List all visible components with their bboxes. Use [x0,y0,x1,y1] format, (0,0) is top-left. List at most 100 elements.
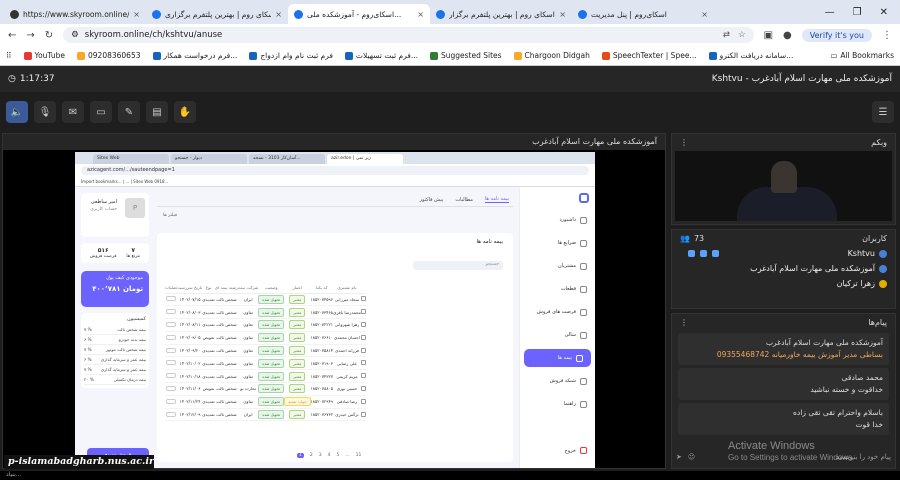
table-row: ۱۴۰۲/۱۰/۰۲ تمدیدی شخص ثالث تعاون تحویل شده مع… [165,356,366,371]
table-header-cell: رشته بیمه ای [214,283,238,294]
cell-checkbox [360,382,366,396]
profile-card: P امیر ساطعی حساب کاربری [81,193,149,237]
translate-icon[interactable]: ⇄ [723,30,730,40]
cell-type: تمدیدی [202,356,215,371]
tab-close-icon[interactable]: × [701,10,708,19]
cell-kind: شخص ثالث [214,369,238,384]
cell-code: ۱۸۵۲۰۷۸۸۰۵ [310,382,334,396]
nav-item-icon [576,354,583,362]
row-actions [165,408,178,422]
user-row[interactable]: آموزشکده ملی مهارت اسلام آبادغرب [672,261,895,276]
bookmark-item[interactable]: Chargoon Didgah [513,51,590,60]
shared-nav-label: شبکه فروش [549,378,576,384]
minimize-icon[interactable]: — [825,7,835,18]
files-icon[interactable]: ▤ [146,101,168,123]
bookmark-item[interactable]: 09208360653 [77,51,141,60]
address-bar: ← → ↻ ⚙ skyroom.online/ch/kshtvu/anuse ⇄… [0,24,900,46]
messages-menu-icon[interactable]: ⋮ [680,318,688,327]
nav-item-icon [580,285,587,293]
window-controls: — ❐ ✕ [825,7,900,18]
menu-dots-icon[interactable]: ⋮ [882,30,892,41]
send-icon[interactable]: ➤ [676,453,682,461]
cell-type: تمدیدی [202,395,215,409]
bookmark-item[interactable]: YouTube [23,51,65,60]
bookmark-favicon-icon [708,51,717,60]
url-field[interactable]: ⚙ skyroom.online/ch/kshtvu/anuse ⇄ ☆ [63,27,754,43]
apps-icon[interactable]: ⠿ [6,51,12,60]
bookmark-item[interactable]: فرم ثبت تسهیلات... [344,51,418,60]
nav-item-icon [580,400,587,408]
hamburger-menu-icon[interactable]: ☰ [872,101,894,123]
cell-checkbox [360,356,366,371]
shared-app: داشبورد صرایع ها مشتریان قطعات فرصت های فروش… [75,187,595,468]
tab-close-icon[interactable]: × [133,10,140,19]
shared-nav-label: فرصت های فروش [536,309,576,315]
bookmark-item[interactable]: فرم درخواست همکار... [152,51,237,60]
cell-co: تعاون [237,331,259,345]
brush-icon[interactable]: ✎ [118,101,140,123]
camera-off-icon[interactable]: ✉ [62,101,84,123]
screen-icon[interactable] [712,250,719,257]
cell-kind: شخص ثالث [214,382,238,396]
bookmark-item[interactable]: سامانه دریافت الکترو... [708,51,793,60]
webcam-menu-icon[interactable]: ⋮ [680,138,688,147]
main-share-panel: آموزشکده ملی مهارت اسلام آبادغرب Sitex W… [2,133,666,469]
cell-status: تحویل شده [258,356,285,371]
browser-tab[interactable]: اسکای‌روم | پنل مدیریت × [572,4,714,24]
tab-close-icon[interactable]: × [417,10,424,19]
hand-icon[interactable]: ✋ [174,101,196,123]
user-row[interactable]: Kshtvu [672,246,895,261]
mic-off-icon[interactable]: 🎙 [34,101,56,123]
forward-icon[interactable]: → [26,30,34,41]
cell-date: ۱۴۰۲/۱۱/۰۶ [177,382,203,396]
cell-code: ۱۸۵۲۰۷۳۴۶۸ [310,305,334,320]
browser-tab[interactable]: https://www.skyroom.online/ch/s× [4,4,146,24]
user-row[interactable]: زهرا ترکیان [672,276,895,291]
content-tab: بیمه نامه ها [484,196,509,203]
camera-icon[interactable] [700,250,707,257]
speaker-icon[interactable]: 🔈 [6,101,28,123]
extensions-icon[interactable]: ▣ [764,30,773,41]
back-icon[interactable]: ← [8,30,16,41]
bookmark-item[interactable]: SpeechTexter | Spee... [601,51,697,60]
cell-date: ۱۴۰۲/۱۰/۰۲ [177,356,203,371]
app-logo-icon [579,193,589,203]
emoji-icon[interactable]: ☺ [688,453,695,461]
bookmark-item[interactable]: Suggested Sites [429,51,502,60]
shared-nav-item: صرایع ها [520,234,595,252]
message-highlight: 09355468742 بساطی مدیر آموزش بیمه خاورمی… [716,350,883,359]
checkbox-icon [360,321,366,327]
maximize-icon[interactable]: ❐ [853,7,862,18]
profile-icon[interactable]: ● [783,30,792,41]
room-toolbar: 🔈 🎙 ✉ ▭ ✎ ▤ ✋ ☰ [0,92,900,132]
cell-code: ۱۸۵۲۰۷۱۹۰۳ [310,356,334,371]
row-actions [165,369,178,384]
browser-tab[interactable]: اسکای روم | بهترین پلتفرم برگزاری × [146,4,288,24]
screen-share-icon[interactable]: ▭ [90,101,112,123]
bookmark-item[interactable]: فرم ثبت نام وام ازدواج [249,51,333,60]
tab-close-icon[interactable]: × [559,10,566,19]
star-icon[interactable]: ☆ [738,30,746,40]
table-row: ۱۴۰۲/۱۱/۲۴ تمدیدی شخص ثالث تعاون تحویل شده جو… [165,395,366,409]
browser-tab[interactable]: اسکای روم | بهترین پلتفرم برگزار × [430,4,572,24]
status-badge: تحویل شده [258,371,285,381]
message-line: محمد صادقی [841,373,883,382]
cell-type: تعویض [202,331,215,345]
session-timer: ◷ 1:17:37 [8,74,55,84]
status-badge: تحویل شده [258,397,285,407]
browser-tab[interactable]: اسکای‌روم - آموزشکده ملی... × [288,4,430,24]
favicon-icon [294,9,303,19]
cell-name: نرگس حیدری [333,408,361,422]
mic-icon[interactable] [688,250,695,257]
verify-button[interactable]: Verify it's you [801,28,872,42]
site-watermark: p-islamabadgharb.nus.ac.ir [4,455,154,469]
content-tab: مطالبات [455,196,473,203]
close-icon[interactable]: ✕ [880,7,888,18]
site-info-icon[interactable]: ⚙ [71,30,79,40]
user-icon [879,249,887,258]
cell-co: تعاون [237,305,259,320]
reload-icon[interactable]: ↻ [45,30,53,41]
tab-close-icon[interactable]: × [275,10,282,19]
cell-code: ۱۸۵۲۰۷۲۹۴۹ [310,395,334,409]
all-bookmarks[interactable]: ▭ All Bookmarks [830,51,894,60]
